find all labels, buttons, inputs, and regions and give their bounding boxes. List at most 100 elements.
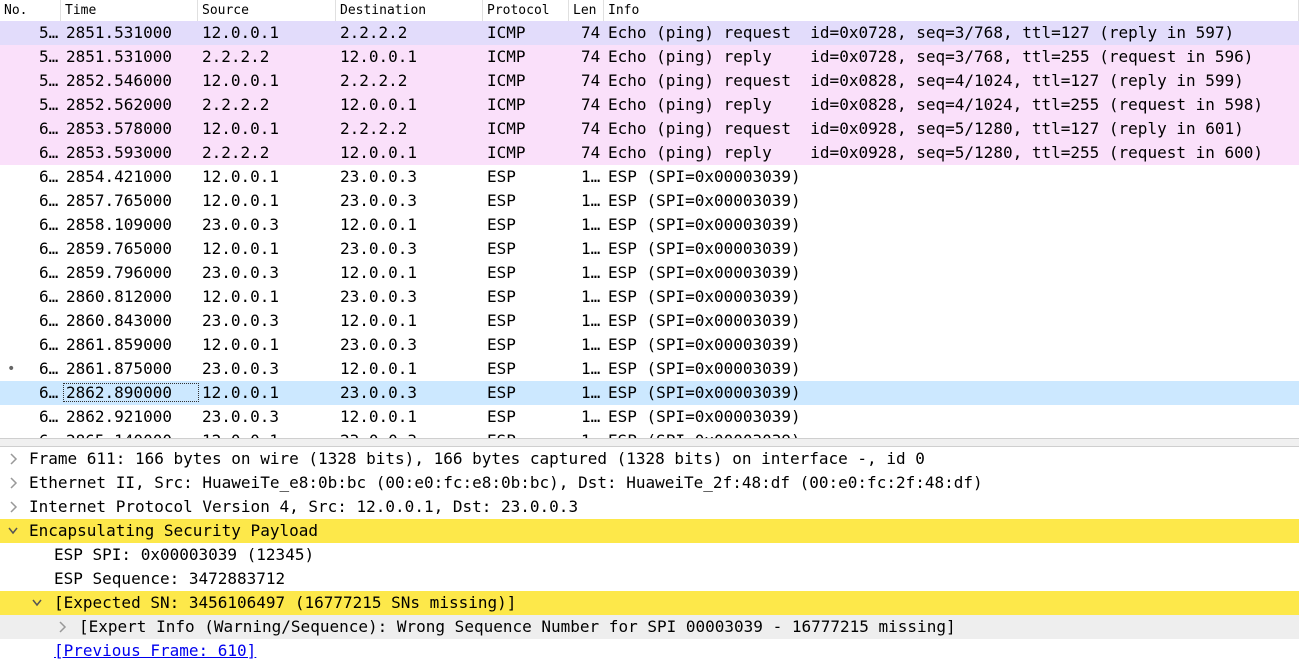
cell-time: 2851.531000: [66, 23, 172, 42]
packet-row[interactable]: 6… 2854.421000 12.0.0.1 23.0.0.3 ESP 1… ESP (S…: [0, 165, 1299, 189]
cell-length: 1…: [581, 167, 601, 186]
detail-tree-item[interactable]: [Previous Frame: 610]: [0, 639, 1299, 663]
chevron-right-icon[interactable]: [55, 615, 69, 639]
cell-no: 6…: [39, 335, 59, 354]
col-header-no[interactable]: No.: [0, 0, 61, 21]
packet-row[interactable]: 5… 2852.546000 12.0.0.1 2.2.2.2 ICMP 74 Echo (…: [0, 69, 1299, 93]
detail-tree-item[interactable]: Ethernet II, Src: HuaweiTe_e8:0b:bc (00:…: [0, 471, 1299, 495]
col-header-destination[interactable]: Destination: [336, 0, 483, 21]
detail-tree-item[interactable]: ESP Sequence: 3472883712: [0, 567, 1299, 591]
packet-row[interactable]: 6… 2857.765000 12.0.0.1 23.0.0.3 ESP 1… ESP (S…: [0, 189, 1299, 213]
cell-length: 1…: [581, 311, 601, 330]
cell-source: 23.0.0.3: [202, 359, 280, 378]
cell-time: 2857.765000: [66, 191, 172, 210]
cell-info: Echo (ping) request id=0x0728, seq=3/768…: [608, 23, 1235, 42]
cell-no: 5…: [39, 47, 59, 66]
cell-destination: 23.0.0.3: [340, 167, 418, 186]
detail-tree-item[interactable]: Encapsulating Security Payload: [0, 519, 1299, 543]
col-header-source[interactable]: Source: [198, 0, 336, 21]
cell-protocol: ICMP: [487, 143, 526, 162]
packet-row[interactable]: 6… 2861.859000 12.0.0.1 23.0.0.3 ESP 1… ESP (S…: [0, 333, 1299, 357]
chevron-down-icon[interactable]: [30, 591, 44, 615]
cell-info: Echo (ping) request id=0x0928, seq=5/128…: [608, 119, 1244, 138]
cell-info: Echo (ping) reply id=0x0728, seq=3/768, …: [608, 47, 1254, 66]
packet-details-pane[interactable]: Frame 611: 166 bytes on wire (1328 bits)…: [0, 447, 1299, 665]
packet-row[interactable]: 6… 2862.890000 12.0.0.1 23.0.0.3 ESP 1… ESP (S…: [0, 381, 1299, 405]
cell-destination: 12.0.0.1: [340, 359, 418, 378]
cell-length: 1…: [581, 263, 601, 282]
chevron-right-icon[interactable]: [6, 447, 20, 471]
packet-row[interactable]: 6… 2860.843000 23.0.0.3 12.0.0.1 ESP 1… ESP (S…: [0, 309, 1299, 333]
cell-length: 74: [581, 47, 601, 66]
cell-time: 2852.546000: [66, 71, 172, 90]
cell-time: 2860.843000: [66, 311, 172, 330]
detail-tree-label: Ethernet II, Src: HuaweiTe_e8:0b:bc (00:…: [29, 473, 983, 492]
packet-row[interactable]: 6… 2859.765000 12.0.0.1 23.0.0.3 ESP 1… ESP (S…: [0, 237, 1299, 261]
cell-time: 2859.796000: [66, 263, 172, 282]
cell-info: ESP (SPI=0x00003039): [608, 407, 801, 426]
packet-row[interactable]: 6… 2860.812000 12.0.0.1 23.0.0.3 ESP 1… ESP (S…: [0, 285, 1299, 309]
cell-length: 1…: [581, 407, 601, 426]
cell-protocol: ICMP: [487, 47, 526, 66]
packet-row[interactable]: • 6… 2861.875000 23.0.0.3 12.0.0.1 ESP 1… ESP (…: [0, 357, 1299, 381]
col-header-info[interactable]: Info: [604, 0, 1299, 21]
packet-row[interactable]: 5… 2852.562000 2.2.2.2 12.0.0.1 ICMP 74 Echo (…: [0, 93, 1299, 117]
cell-protocol: ESP: [487, 383, 516, 402]
cell-protocol: ESP: [487, 311, 516, 330]
cell-time: 2854.421000: [66, 167, 172, 186]
cell-source: 12.0.0.1: [202, 23, 280, 42]
packet-list-header: No. Time Source Destination Protocol Len Info: [0, 0, 1299, 22]
cell-source: 12.0.0.1: [202, 239, 280, 258]
cell-time: 2861.859000: [66, 335, 172, 354]
col-header-length[interactable]: Len: [569, 0, 604, 21]
wireshark-window: No. Time Source Destination Protocol Len Info …: [0, 0, 1299, 665]
cell-info: Echo (ping) reply id=0x0928, seq=5/1280,…: [608, 143, 1264, 162]
cell-destination: 23.0.0.3: [340, 335, 418, 354]
cell-length: 74: [581, 95, 601, 114]
cell-info: ESP (SPI=0x00003039): [608, 429, 801, 438]
cell-no: 6…: [39, 239, 59, 258]
cell-destination: 2.2.2.2: [340, 23, 408, 42]
packet-row[interactable]: 6… 2853.593000 2.2.2.2 12.0.0.1 ICMP 74 Echo (…: [0, 141, 1299, 165]
cell-protocol: ICMP: [487, 71, 526, 90]
cell-protocol: ESP: [487, 167, 516, 186]
cell-length: 74: [581, 71, 601, 90]
chevron-right-icon[interactable]: [6, 471, 20, 495]
packet-row[interactable]: 6… 2858.109000 23.0.0.3 12.0.0.1 ESP 1… ESP (S…: [0, 213, 1299, 237]
cell-time: 2852.562000: [66, 95, 172, 114]
packet-row[interactable]: 6… 2859.796000 23.0.0.3 12.0.0.1 ESP 1… ESP (S…: [0, 261, 1299, 285]
packet-row[interactable]: 6… 2853.578000 12.0.0.1 2.2.2.2 ICMP 74 Echo (…: [0, 117, 1299, 141]
cell-length: 74: [581, 23, 601, 42]
cell-destination: 12.0.0.1: [340, 95, 418, 114]
cell-length: 1…: [581, 359, 601, 378]
previous-frame-link[interactable]: [Previous Frame: 610]: [54, 639, 256, 663]
cell-no: 6…: [39, 407, 59, 426]
cell-length: 1…: [581, 191, 601, 210]
packet-row[interactable]: 5… 2851.531000 2.2.2.2 12.0.0.1 ICMP 74 Echo (…: [0, 45, 1299, 69]
cell-destination: 23.0.0.3: [340, 383, 418, 402]
packet-row[interactable]: 6… 2865.140000 12.0.0.1 23.0.0.3 ESP 1… ESP (S…: [0, 429, 1299, 438]
detail-tree-item[interactable]: ESP SPI: 0x00003039 (12345): [0, 543, 1299, 567]
packet-list-pane[interactable]: No. Time Source Destination Protocol Len Info …: [0, 0, 1299, 438]
detail-tree-item[interactable]: [Expected SN: 3456106497 (16777215 SNs m…: [0, 591, 1299, 615]
col-header-time[interactable]: Time: [61, 0, 198, 21]
detail-tree-item[interactable]: [Expert Info (Warning/Sequence): Wrong S…: [0, 615, 1299, 639]
pane-splitter[interactable]: [0, 438, 1299, 447]
chevron-right-icon[interactable]: [6, 495, 20, 519]
detail-tree-item[interactable]: Internet Protocol Version 4, Src: 12.0.0…: [0, 495, 1299, 519]
cell-source: 12.0.0.1: [202, 119, 280, 138]
cell-time: 2858.109000: [66, 215, 172, 234]
cell-protocol: ICMP: [487, 95, 526, 114]
cell-length: 1…: [581, 287, 601, 306]
packet-row[interactable]: 5… 2851.531000 12.0.0.1 2.2.2.2 ICMP 74 Echo (…: [0, 21, 1299, 45]
chevron-down-icon[interactable]: [6, 519, 20, 543]
detail-tree-item[interactable]: Frame 611: 166 bytes on wire (1328 bits)…: [0, 447, 1299, 471]
packet-row[interactable]: 6… 2862.921000 23.0.0.3 12.0.0.1 ESP 1… ESP (S…: [0, 405, 1299, 429]
col-header-protocol[interactable]: Protocol: [483, 0, 569, 21]
cell-destination: 12.0.0.1: [340, 47, 418, 66]
cell-info: ESP (SPI=0x00003039): [608, 359, 801, 378]
detail-tree-label: ESP SPI: 0x00003039 (12345): [54, 545, 315, 564]
cell-source: 23.0.0.3: [202, 215, 280, 234]
cell-destination: 2.2.2.2: [340, 119, 408, 138]
cell-no: 6…: [39, 215, 59, 234]
